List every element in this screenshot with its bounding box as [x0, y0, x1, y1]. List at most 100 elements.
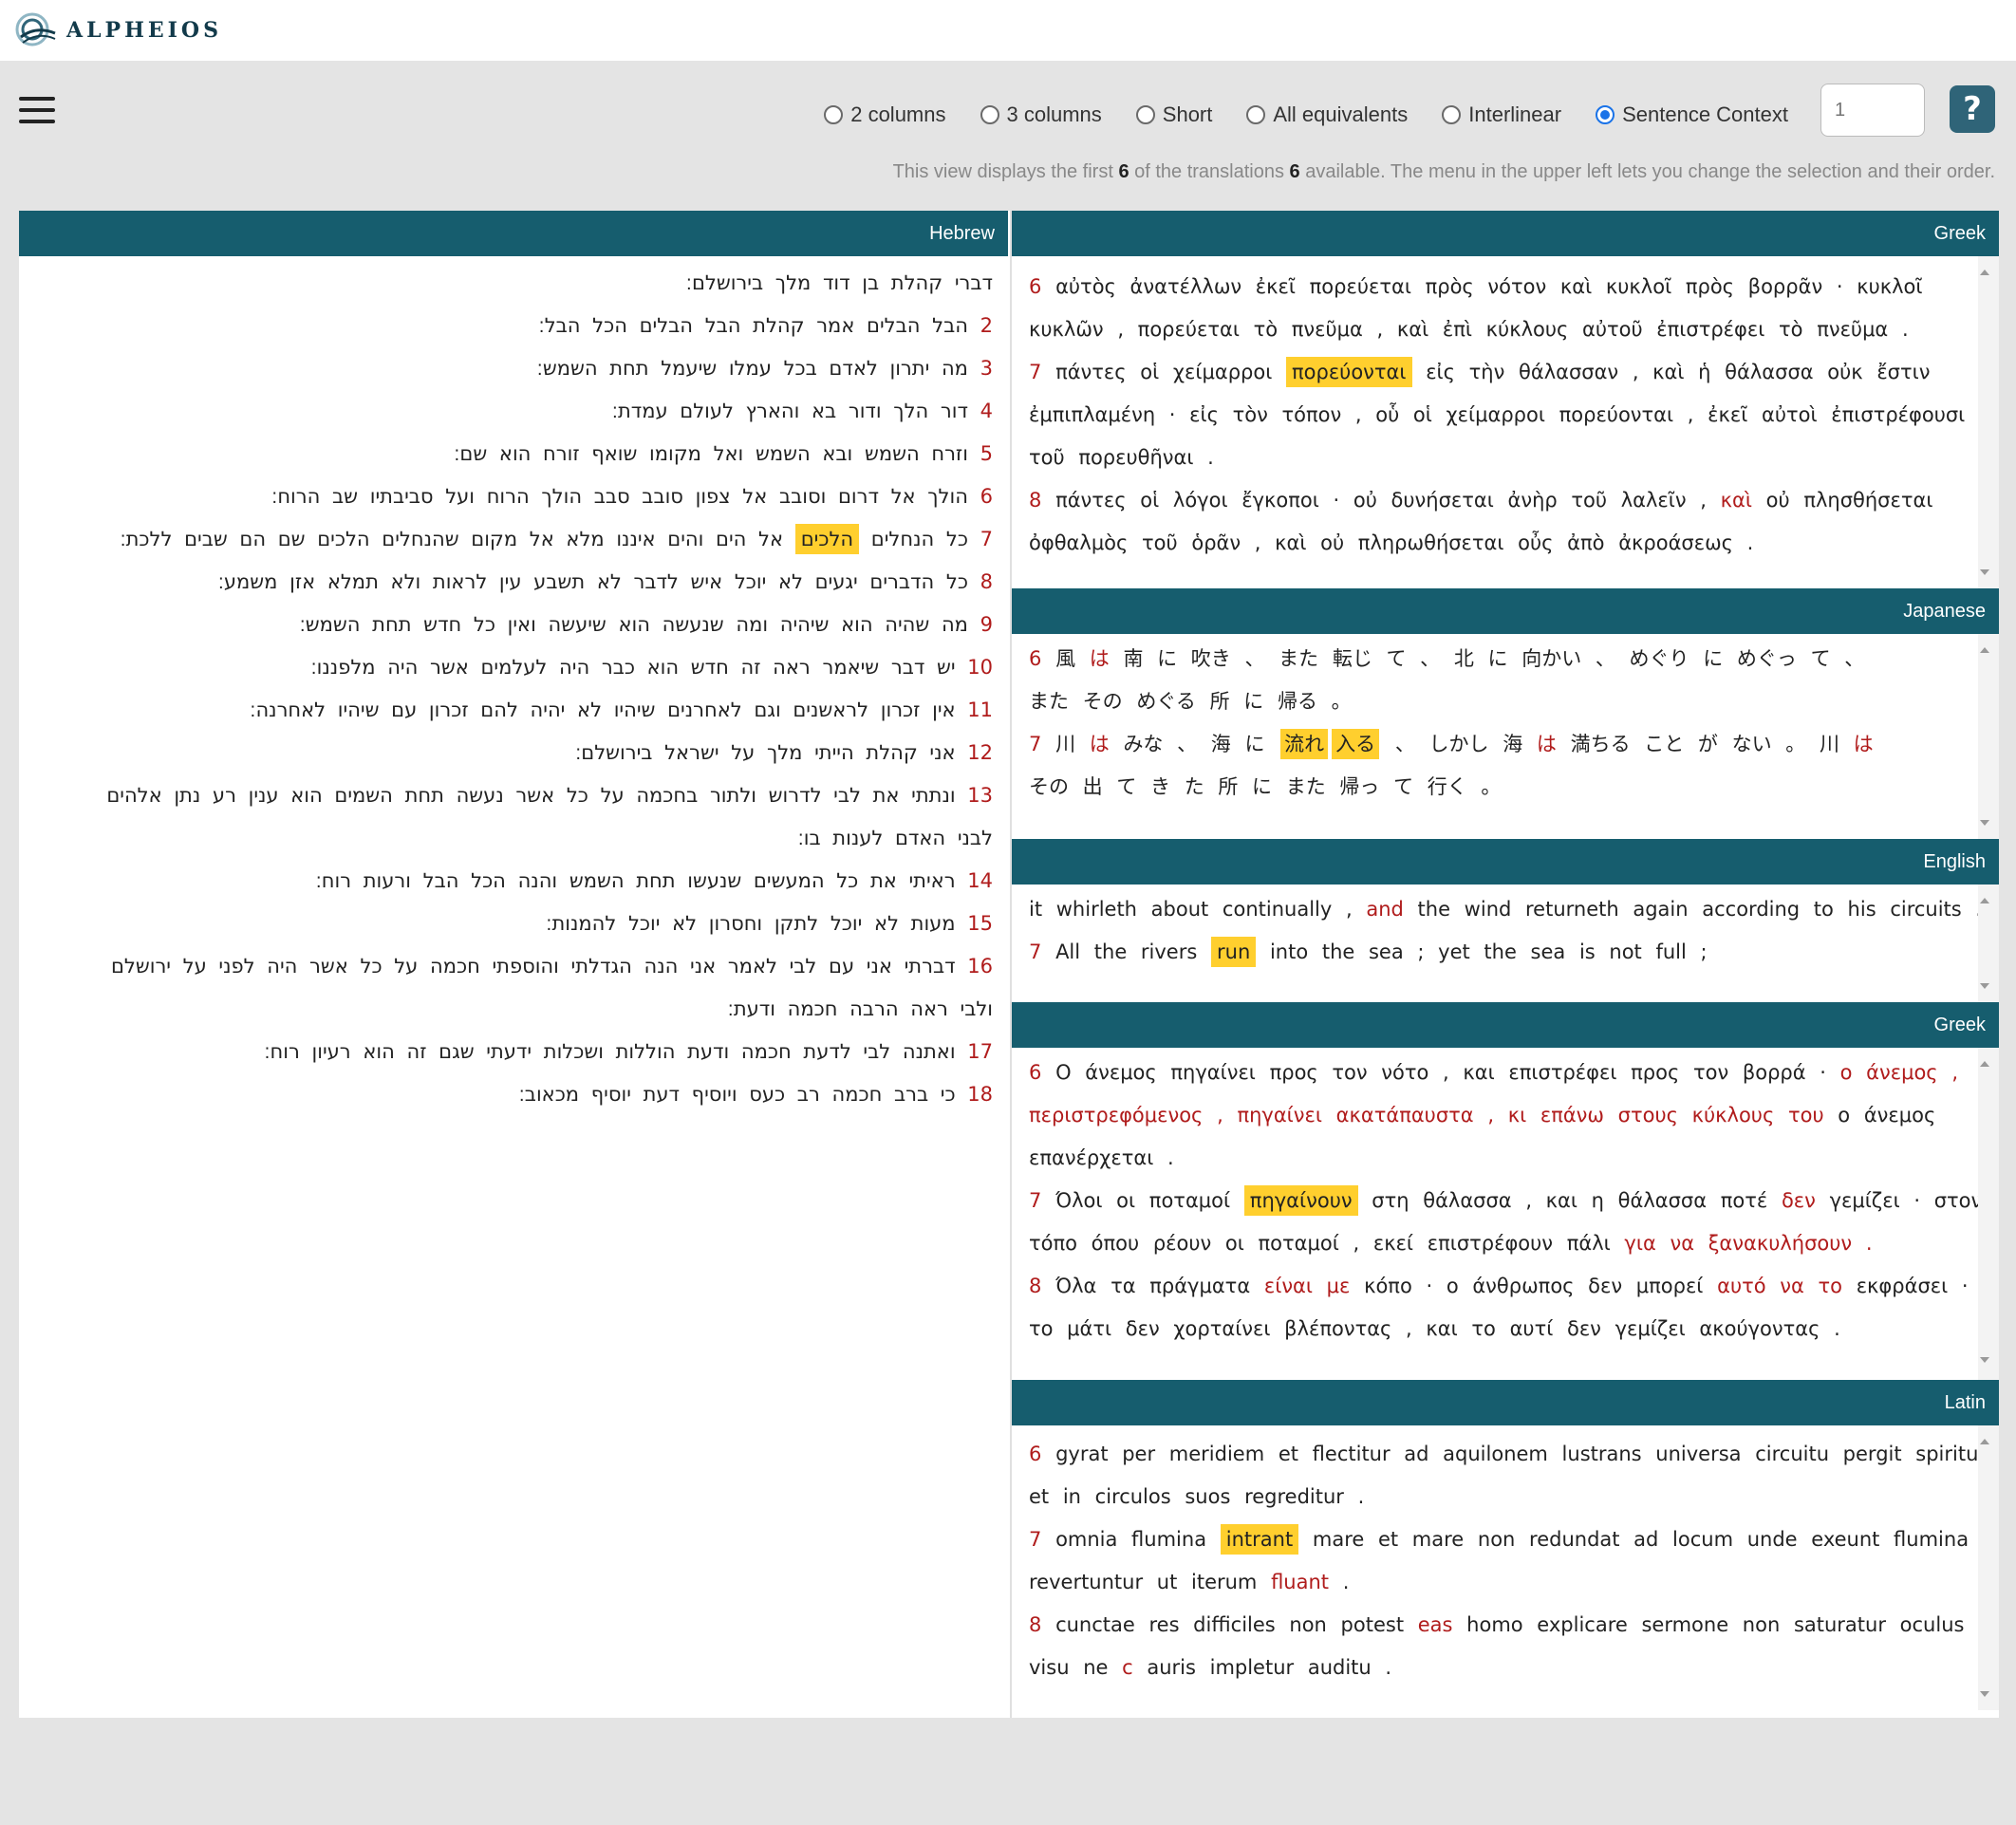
highlighted-word[interactable]: πορεύονται — [1286, 357, 1412, 387]
verse-text[interactable]: gyrat per meridiem et flectitur ad aquil… — [1055, 1443, 1988, 1465]
verse-text[interactable]: ὀφθαλμὸς τοῦ ὁρᾶν , καὶ οὐ πληρωθήσεται … — [1029, 531, 1753, 554]
scrollbar[interactable] — [1978, 634, 1999, 839]
hebrew-verse-text[interactable]: ולבי ראה הרבה חכמה ודעת׃ — [728, 997, 993, 1020]
hebrew-verse-text[interactable]: לבני האדם לענות בו׃ — [798, 827, 993, 849]
verse-text[interactable]: 南 に 吹き 、 また 転じ て 、 北 に 向かい 、 めぐり に めぐっ て… — [1123, 647, 1864, 670]
radio-icon[interactable] — [1246, 105, 1266, 124]
unaligned-word[interactable]: , — [1217, 1104, 1223, 1127]
unaligned-word[interactable]: eas — [1418, 1613, 1453, 1636]
unaligned-word[interactable]: περιστρεφόμενος — [1029, 1104, 1203, 1127]
option-sentence-context[interactable]: Sentence Context — [1596, 102, 1788, 127]
verse-text[interactable]: Όλοι οι ποταμοί — [1055, 1189, 1230, 1212]
unaligned-word[interactable]: είναι με — [1264, 1275, 1351, 1297]
option-3-columns[interactable]: 3 columns — [980, 102, 1102, 127]
verse-text[interactable]: γεμίζει · στον — [1830, 1189, 1983, 1212]
hebrew-verse-text[interactable]: דברי קהלת בן דוד מלך בירושלם׃ — [686, 271, 993, 294]
verse-text[interactable]: αὐτὸς ἀνατέλλων ἐκεῖ πορεύεται πρὸς νότο… — [1055, 275, 1922, 298]
scroll-up-icon[interactable] — [1980, 270, 1989, 275]
verse-text[interactable]: また その めぐる 所 に 帰る 。 — [1029, 690, 1352, 713]
verse-text[interactable]: επανέρχεται . — [1029, 1146, 1174, 1169]
highlighted-word[interactable]: הלכים — [794, 524, 860, 554]
option-interlinear[interactable]: Interlinear — [1442, 102, 1561, 127]
hebrew-verse-text[interactable]: כל הנחלים — [871, 528, 968, 550]
verse-text[interactable]: omnia flumina — [1055, 1528, 1206, 1551]
verse-text[interactable]: 満ちる こと が ない 。 川 — [1571, 733, 1839, 755]
highlighted-word[interactable]: 流れ — [1280, 729, 1329, 759]
unaligned-word[interactable]: fluant — [1271, 1571, 1329, 1593]
unaligned-word[interactable]: . — [1866, 1232, 1873, 1255]
unaligned-word[interactable]: καὶ — [1721, 489, 1752, 512]
verse-text[interactable]: εκφράσει · — [1857, 1275, 1969, 1297]
scroll-up-icon[interactable] — [1980, 898, 1989, 903]
unaligned-word[interactable]: は — [1854, 733, 1874, 755]
scroll-down-icon[interactable] — [1980, 983, 1989, 989]
scroll-down-icon[interactable] — [1980, 1357, 1989, 1363]
scrollbar[interactable] — [1978, 256, 1999, 588]
option-2-columns[interactable]: 2 columns — [824, 102, 946, 127]
highlighted-word[interactable]: run — [1211, 937, 1257, 967]
radio-icon[interactable] — [824, 105, 844, 124]
unaligned-word[interactable]: αυτό να το — [1717, 1275, 1842, 1297]
radio-icon[interactable] — [1135, 105, 1155, 124]
verse-text[interactable]: κυκλῶν , πορεύεται τὸ πνεῦμα , καὶ ἐπὶ κ… — [1029, 318, 1909, 341]
verse-text[interactable]: 川 — [1055, 733, 1075, 755]
scroll-up-icon[interactable] — [1980, 1439, 1989, 1444]
verse-text[interactable]: the wind returneth again according to hi… — [1418, 898, 1983, 921]
verse-text[interactable]: 、 しかし 海 — [1395, 733, 1522, 755]
highlighted-word[interactable]: 入る — [1332, 729, 1380, 759]
unaligned-word[interactable]: ο άνεμος — [1840, 1061, 1938, 1084]
verse-text[interactable]: homo explicare sermone non saturatur ocu… — [1466, 1613, 1964, 1636]
verse-text[interactable]: visu ne — [1029, 1656, 1108, 1679]
hebrew-verse-text[interactable]: מה שהיה הוא שיהיה ומה שנעשה הוא שיעשה וא… — [300, 613, 968, 636]
verse-text[interactable]: it whirleth about continually , — [1029, 898, 1353, 921]
hebrew-verse-text[interactable]: הולך אל דרום וסובב אל צפון סובב סבב הולך… — [271, 485, 968, 508]
verse-text[interactable]: τόπο όπου ρέουν οι ποταμοί , εκεί επιστρ… — [1029, 1232, 1611, 1255]
verse-text[interactable]: cunctae res difficiles non potest — [1055, 1613, 1404, 1636]
hebrew-verse-text[interactable]: ואתנה לבי לדעת חכמה ודעת הוללות ושכלות י… — [264, 1040, 955, 1063]
hebrew-verse-text[interactable]: ונתתי את לבי לדרוש ולתור בחכמה על כל אשר… — [106, 784, 955, 807]
hebrew-verse-text[interactable]: מעות לא יוכל לתקן וחסרון לא יוכל להמנות׃ — [546, 912, 955, 935]
verse-text[interactable]: εἰς τὴν θάλασσαν , καὶ ἡ θάλασσα οὐκ ἔστ… — [1426, 361, 1930, 383]
verse-text[interactable]: πάντες οἱ χείμαρροι — [1055, 361, 1272, 383]
verse-text[interactable]: πάντες οἱ λόγοι ἔγκοποι · οὐ δυνήσεται ἀ… — [1055, 489, 1707, 512]
scroll-up-icon[interactable] — [1980, 1061, 1989, 1067]
verse-text[interactable]: . — [1343, 1571, 1350, 1593]
hebrew-verse-text[interactable]: דור הלך ודור בא והארץ לעולם עמדת׃ — [612, 400, 968, 422]
radio-icon[interactable] — [980, 105, 999, 124]
highlighted-word[interactable]: πηγαίνουν — [1243, 1185, 1358, 1216]
hebrew-verse-text[interactable]: וזרח השמש ובא השמש ואל מקומו שואף זורח ה… — [454, 442, 968, 465]
hebrew-verse-text[interactable]: כי ברב חכמה רב כעס ויוסיף דעת יוסיף מכאו… — [519, 1083, 956, 1106]
highlighted-word[interactable]: intrant — [1220, 1524, 1299, 1555]
scroll-up-icon[interactable] — [1980, 647, 1989, 653]
unaligned-word[interactable]: c — [1122, 1656, 1133, 1679]
hebrew-verse-text[interactable]: יש דבר שיאמר ראה זה חדש הוא כבר היה לעלמ… — [310, 656, 955, 679]
unaligned-word[interactable]: , — [1951, 1061, 1958, 1084]
verse-text[interactable]: All the rivers — [1055, 940, 1197, 963]
hebrew-verse-text[interactable]: מה יתרון לאדם בכל עמלו שיעמל תחת השמש׃ — [537, 357, 968, 380]
unaligned-word[interactable]: and — [1366, 898, 1404, 921]
unaligned-word[interactable]: は — [1090, 647, 1110, 670]
verse-text[interactable]: その 出 て き た 所 に また 帰っ て 行く 。 — [1029, 775, 1501, 798]
verse-text[interactable]: 風 — [1055, 647, 1075, 670]
unaligned-word[interactable]: κι επάνω στους κύκλους του — [1508, 1104, 1824, 1127]
scroll-down-icon[interactable] — [1980, 820, 1989, 826]
help-button[interactable]: ? — [1950, 85, 1995, 133]
sentence-count-input[interactable] — [1820, 84, 1925, 137]
verse-text[interactable]: mare et mare non redundat ad locum unde … — [1313, 1528, 1969, 1551]
hebrew-verse-text[interactable]: כל הדברים יגעים לא יוכל איש לדבר לא תשבע… — [218, 570, 968, 593]
scrollbar[interactable] — [1978, 1048, 1999, 1380]
hebrew-verse-text[interactable]: דברתי אני עם לבי לאמר אני הנה הגדלתי והו… — [111, 955, 956, 978]
verse-text[interactable]: κόπο · ο άνθρωπος δεν μπορεί — [1364, 1275, 1703, 1297]
verse-text[interactable]: στη θάλασσα , και η θάλασσα ποτέ — [1372, 1189, 1767, 1212]
unaligned-word[interactable]: は — [1537, 733, 1557, 755]
scroll-down-icon[interactable] — [1980, 1691, 1989, 1697]
verse-text[interactable]: Ο άνεμος πηγαίνει προς τον νότο , και επ… — [1055, 1061, 1826, 1084]
unaligned-word[interactable]: για να ξανακυλήσουν — [1624, 1232, 1852, 1255]
menu-hamburger-icon[interactable] — [19, 97, 55, 125]
radio-selected-icon[interactable] — [1596, 105, 1615, 124]
verse-text[interactable]: το μάτι δεν χορταίνει βλέποντας , και το… — [1029, 1317, 1840, 1340]
unaligned-word[interactable]: πηγαίνει ακατάπαυστα — [1237, 1104, 1473, 1127]
hebrew-verse-text[interactable]: ראיתי את כל המעשים שנעשו תחת השמש והנה ה… — [316, 869, 956, 892]
verse-text[interactable]: auris impletur auditu . — [1147, 1656, 1391, 1679]
verse-text[interactable]: et in circulos suos regreditur . — [1029, 1485, 1364, 1508]
